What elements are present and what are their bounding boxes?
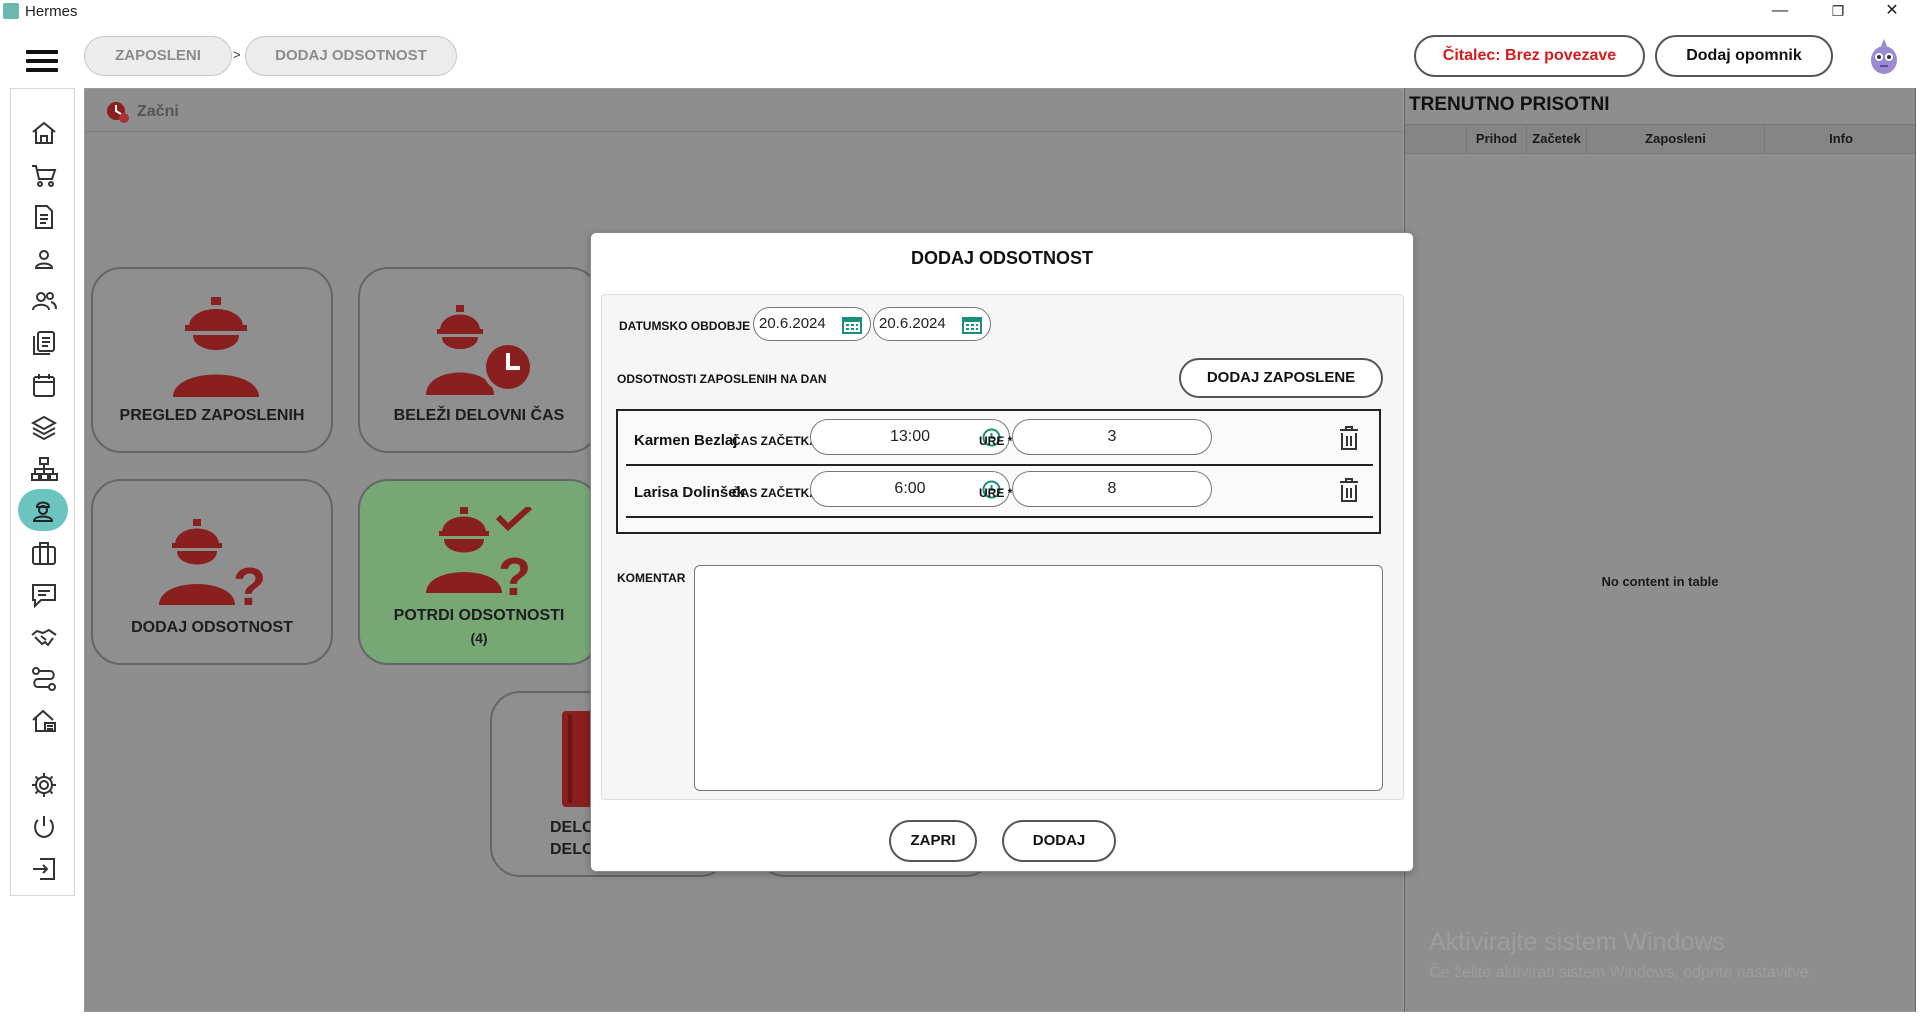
list-item: Karmen Bezlaj ČAS ZAČETKA * 13:00 URE * … — [626, 415, 1373, 466]
dialog-body: DATUMSKO OBDOBJE 20.6.2024 20.6.2024 ODS… — [601, 294, 1404, 800]
cart-icon[interactable] — [28, 159, 60, 191]
column-header[interactable] — [1405, 125, 1467, 153]
close-window-button[interactable]: ✕ — [1864, 0, 1920, 24]
calendar-icon[interactable] — [28, 369, 60, 401]
house-icon[interactable] — [28, 705, 60, 737]
date-from-value: 20.6.2024 — [759, 315, 826, 332]
dialog-title: DODAJ ODSOTNOST — [910, 248, 1093, 268]
employee-name: Karmen Bezlaj — [634, 432, 738, 449]
hours-field[interactable]: 3 — [1012, 419, 1212, 455]
hours-label: URE * — [979, 434, 1013, 448]
add-button[interactable]: DODAJ — [1002, 820, 1116, 862]
worker-clock-icon — [426, 305, 534, 395]
window-titlebar: Hermes — ❐ ✕ — [0, 0, 1920, 24]
present-panel-title: TRENUTNO PRISOTNI — [1409, 94, 1610, 115]
home-icon[interactable] — [28, 117, 60, 149]
restore-button[interactable]: ❐ — [1810, 0, 1866, 24]
breadcrumb-zaposleni[interactable]: ZAPOSLENI — [84, 36, 232, 76]
windows-watermark-subtitle: Če želite aktivirati sistem Windows, odp… — [1429, 964, 1814, 981]
close-button[interactable]: ZAPRI — [889, 820, 977, 862]
date-from-field[interactable]: 20.6.2024 — [753, 307, 871, 341]
breadcrumb-dodaj-odsotnost[interactable]: DODAJ ODSOTNOST — [245, 36, 457, 76]
present-panel: TRENUTNO PRISOTNI Prihod Začetek Zaposle… — [1404, 88, 1916, 1012]
date-to-value: 20.6.2024 — [879, 315, 946, 332]
hours-value: 3 — [1107, 428, 1117, 445]
hours-label: URE * — [979, 486, 1013, 500]
column-header-info[interactable]: Info — [1765, 125, 1917, 153]
sidebar — [10, 88, 75, 896]
date-range-label: DATUMSKO OBDOBJE — [619, 319, 751, 333]
start-label: Začni — [137, 103, 179, 120]
tile-label: DODAJ ODSOTNOST — [131, 619, 293, 636]
start-link[interactable]: Začni — [105, 99, 179, 125]
document-icon[interactable] — [28, 201, 60, 233]
start-time-value: 13:00 — [889, 428, 931, 445]
route-icon[interactable] — [28, 663, 60, 695]
start-icon — [107, 102, 129, 123]
absences-label: ODSOTNOSTI ZAPOSLENIH NA DAN — [617, 372, 827, 386]
comment-label: KOMENTAR — [617, 571, 686, 585]
tile-label: POTRDI ODSOTNOSTI — [393, 607, 565, 624]
hierarchy-icon[interactable] — [28, 453, 60, 485]
column-header-zaposleni[interactable]: Zaposleni — [1587, 125, 1765, 153]
tile-count: (4) — [470, 630, 488, 646]
comment-textarea[interactable] — [694, 565, 1383, 791]
window-title: Hermes — [25, 3, 78, 20]
add-reminder-button[interactable]: Dodaj opomnik — [1655, 35, 1833, 77]
calendar-icon[interactable] — [962, 315, 982, 334]
avatar[interactable] — [1864, 36, 1904, 76]
worker-icon — [173, 297, 259, 397]
layers-icon[interactable] — [28, 411, 60, 443]
app-icon — [3, 3, 19, 19]
start-time-value: 6:00 — [894, 480, 926, 497]
tile-dodaj-odsotnost[interactable]: ? DODAJ ODSOTNOST — [91, 479, 333, 665]
tile-potrdi-odsotnosti[interactable]: ? POTRDI ODSOTNOSTI (4) — [358, 479, 600, 665]
trash-icon[interactable] — [1338, 425, 1360, 451]
add-employees-button[interactable]: DODAJ ZAPOSLENE — [1179, 358, 1383, 398]
tile-pregled-zaposlenih[interactable]: PREGLED ZAPOSLENIH — [91, 267, 333, 453]
empty-table-text: No content in table — [1601, 574, 1719, 589]
hours-value: 8 — [1107, 480, 1117, 497]
menu-icon[interactable] — [26, 50, 58, 72]
person-icon[interactable] — [28, 243, 60, 275]
list-item: Larisa Dolinšek ČAS ZAČETKA * 6:00 URE *… — [626, 467, 1373, 518]
employee-icon[interactable] — [18, 489, 68, 531]
list-icon[interactable] — [28, 327, 60, 359]
worker-check-icon: ? — [426, 507, 533, 597]
svg-text:?: ? — [233, 557, 266, 609]
hours-field[interactable]: 8 — [1012, 471, 1212, 507]
minimize-button[interactable]: — — [1752, 0, 1808, 24]
people-icon[interactable] — [28, 285, 60, 317]
chat-icon[interactable] — [28, 579, 60, 611]
logout-icon[interactable] — [28, 853, 60, 885]
column-header-prihod[interactable]: Prihod — [1467, 125, 1527, 153]
calendar-icon[interactable] — [842, 315, 862, 334]
handshake-icon[interactable] — [28, 621, 60, 653]
power-icon[interactable] — [28, 811, 60, 843]
trash-icon[interactable] — [1338, 477, 1360, 503]
breadcrumb-separator: > — [233, 47, 241, 62]
add-absence-dialog: DODAJ ODSOTNOST DATUMSKO OBDOBJE 20.6.20… — [590, 232, 1414, 872]
present-table-header: Prihod Začetek Zaposleni Info — [1405, 124, 1915, 154]
date-to-field[interactable]: 20.6.2024 — [873, 307, 991, 341]
settings-icon[interactable] — [28, 769, 60, 801]
tile-belezi-delovni-cas[interactable]: BELEŽI DELOVNI ČAS — [358, 267, 600, 453]
reader-status-button[interactable]: Čitalec: Brez povezave — [1414, 35, 1645, 77]
employee-absences-list: Karmen Bezlaj ČAS ZAČETKA * 13:00 URE * … — [616, 409, 1381, 534]
svg-text:?: ? — [498, 547, 531, 597]
tile-label: BELEŽI DELOVNI ČAS — [393, 407, 565, 424]
tile-label: PREGLED ZAPOSLENIH — [119, 407, 305, 424]
column-header-zacetek[interactable]: Začetek — [1527, 125, 1587, 153]
briefcase-icon[interactable] — [28, 537, 60, 569]
windows-watermark-title: Aktivirajte sistem Windows — [1429, 928, 1725, 956]
employee-name: Larisa Dolinšek — [634, 484, 745, 501]
worker-question-icon: ? — [159, 519, 266, 609]
